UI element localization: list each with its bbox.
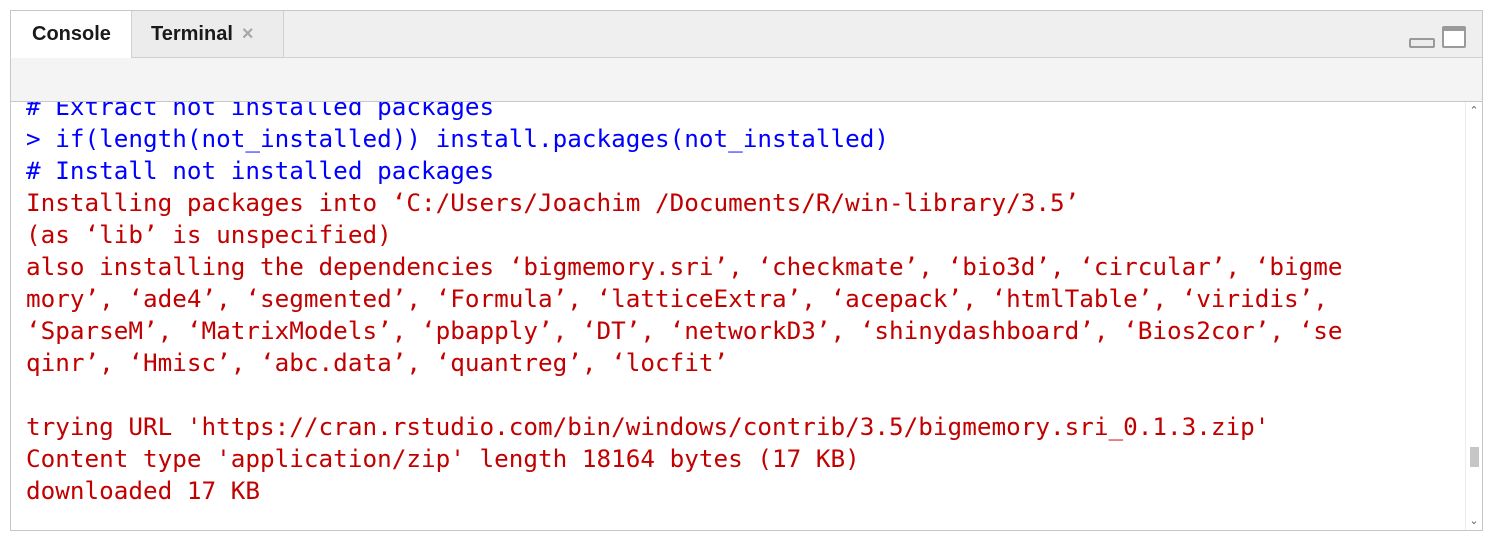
tab-bar: Console Terminal × [11,11,1482,58]
close-icon[interactable]: × [242,23,254,46]
console-pane: Console Terminal × # Extract not install… [10,10,1483,531]
console-output[interactable]: # Extract not installed packages > if(len… [11,102,1466,530]
tab-console-label: Console [32,23,111,45]
tab-console[interactable]: Console [11,11,132,58]
console-text: # Extract not installed packages > if(len… [26,102,1466,507]
tab-terminal-label: Terminal [151,22,233,45]
console-line: mory’, ‘ade4’, ‘segmented’, ‘Formula’, ‘… [26,284,1328,313]
console-line: # Install not installed packages [26,156,495,185]
scroll-up-icon[interactable]: ⌃ [1468,105,1480,116]
console-line: > if(length(not_installed)) install.pack… [26,124,890,153]
console-line: qinr’, ‘Hmisc’, ‘abc.data’, ‘quantreg’, … [26,348,729,377]
window-controls [1409,26,1466,48]
console-line: # Extract not installed packages [26,102,495,121]
console-line: trying URL 'https://cran.rstudio.com/bin… [26,412,1270,441]
scroll-thumb[interactable] [1470,447,1479,467]
console-line: Content type 'application/zip' length 18… [26,444,860,473]
console-line: downloaded 17 KB [26,476,261,505]
console-line: Installing packages into ‘C:/Users/Joach… [26,188,1080,217]
tab-terminal[interactable]: Terminal × [132,11,284,57]
minimize-icon[interactable] [1409,26,1435,48]
vertical-scrollbar[interactable]: ⌃ ⌄ [1465,102,1482,530]
maximize-icon[interactable] [1442,26,1466,48]
console-line: (as ‘lib’ is unspecified) [26,220,392,249]
console-toolbar [11,58,1482,102]
console-line: ‘SparseM’, ‘MatrixModels’, ‘pbapply’, ‘D… [26,316,1343,345]
console-line: also installing the dependencies ‘bigmem… [26,252,1343,281]
scroll-down-icon[interactable]: ⌄ [1468,515,1480,526]
